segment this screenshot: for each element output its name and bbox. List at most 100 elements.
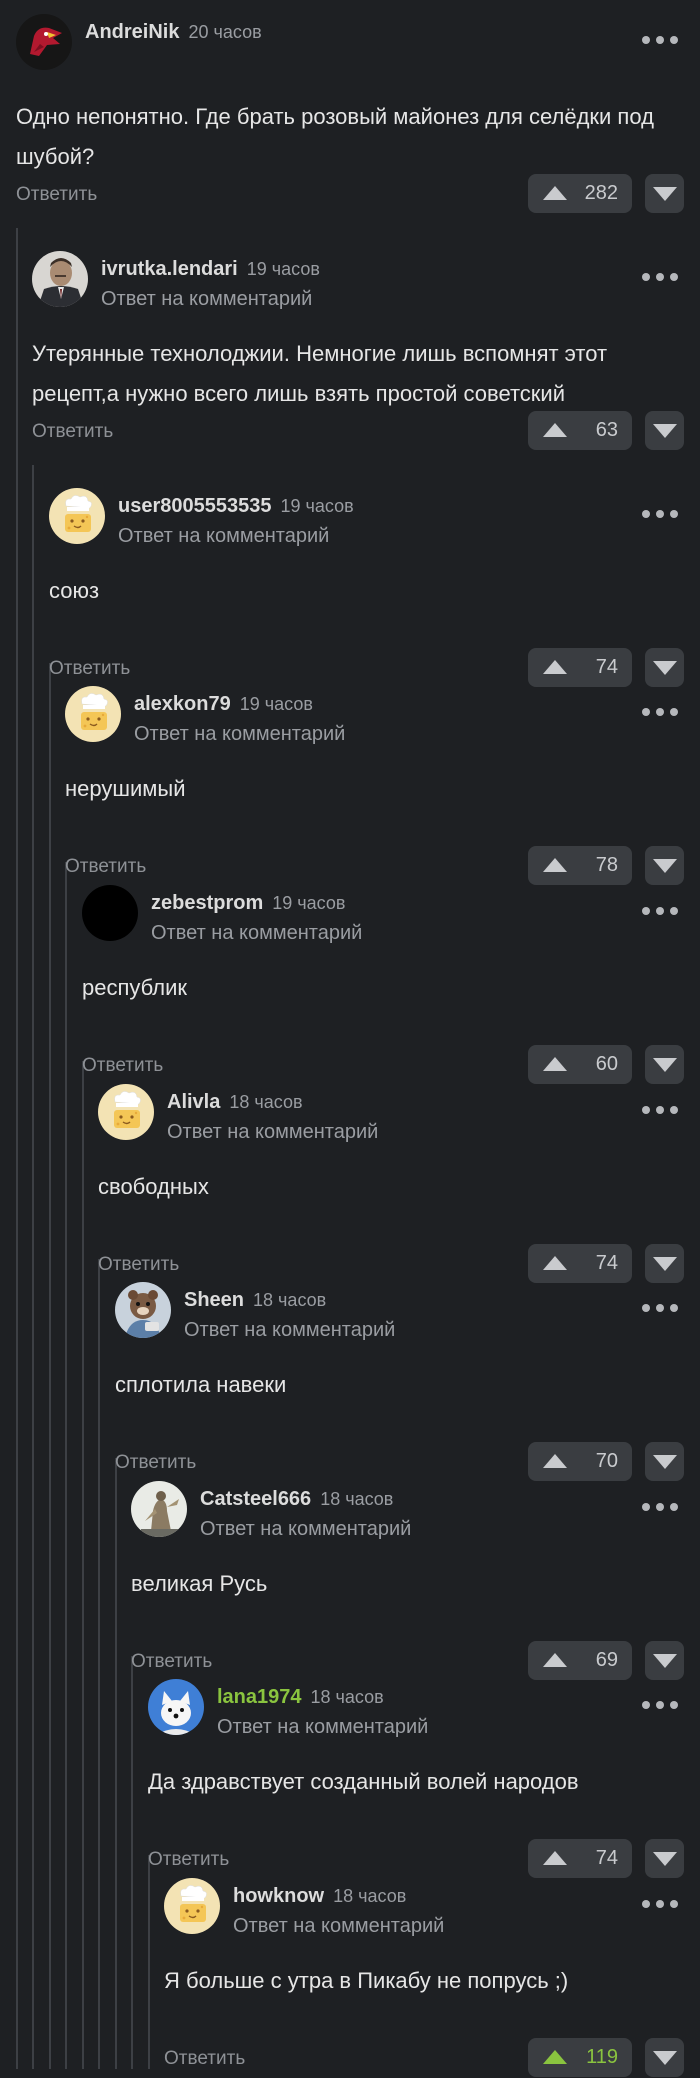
reply-to-label[interactable]: Ответ на комментарий <box>101 288 312 311</box>
reply-button[interactable]: Ответить <box>32 421 113 443</box>
downvote-button[interactable] <box>645 648 684 687</box>
comment-author[interactable]: AndreiNik 20 часов <box>85 21 262 44</box>
reply-button[interactable]: Ответить <box>16 184 97 206</box>
upvote-button[interactable]: 69 <box>528 1641 632 1680</box>
user-avatar[interactable] <box>32 251 88 307</box>
user-avatar[interactable] <box>65 686 121 742</box>
user-avatar[interactable] <box>49 488 105 544</box>
reply-button[interactable]: Ответить <box>164 2048 245 2070</box>
downvote-button[interactable] <box>645 1244 684 1283</box>
comment-text: свободных <box>98 1174 209 1199</box>
user-avatar[interactable] <box>164 1878 220 1934</box>
reply-button[interactable]: Ответить <box>148 1849 229 1871</box>
reply-to-label[interactable]: Ответ на комментарий <box>118 525 329 548</box>
upvote-button[interactable]: 60 <box>528 1045 632 1084</box>
thread-line[interactable] <box>115 1458 117 2069</box>
thread-line[interactable] <box>82 1061 84 2069</box>
cheese-avatar-icon <box>65 686 121 742</box>
upvote-button[interactable]: 282 <box>528 174 632 213</box>
upvote-button[interactable]: 63 <box>528 411 632 450</box>
user-avatar[interactable] <box>131 1481 187 1537</box>
user-avatar[interactable] <box>148 1679 204 1735</box>
comment-author[interactable]: Alivla 18 часов <box>167 1091 303 1114</box>
comment: Alivla 18 часов Ответ на комментарий своб… <box>98 1084 684 1284</box>
reply-button[interactable]: Ответить <box>82 1055 163 1077</box>
reply-button[interactable]: Ответить <box>98 1254 179 1276</box>
man-in-suit-photo-icon <box>32 251 88 307</box>
reply-button[interactable]: Ответить <box>49 658 130 680</box>
reply-to-label[interactable]: Ответ на комментарий <box>233 1915 444 1938</box>
upvote-button[interactable]: 74 <box>528 648 632 687</box>
comment-author[interactable]: lana1974 18 часов <box>217 1686 384 1709</box>
vote-count: 60 <box>595 1053 618 1075</box>
downvote-button[interactable] <box>645 174 684 213</box>
user-avatar[interactable] <box>115 1282 171 1338</box>
vote-count: 74 <box>595 1252 618 1274</box>
more-options-icon[interactable] <box>642 1106 678 1116</box>
comment-author[interactable]: zebestprom 19 часов <box>151 892 345 915</box>
thread-line[interactable] <box>32 465 34 2069</box>
reply-to-label[interactable]: Ответ на комментарий <box>184 1319 395 1342</box>
downvote-button[interactable] <box>645 1045 684 1084</box>
downvote-button[interactable] <box>645 2038 684 2077</box>
upvote-button[interactable]: 74 <box>528 1839 632 1878</box>
reply-to-label[interactable]: Ответ на комментарий <box>134 723 345 746</box>
comment-author[interactable]: howknow 18 часов <box>233 1885 406 1908</box>
more-options-icon[interactable] <box>642 1900 678 1910</box>
more-options-icon[interactable] <box>642 1503 678 1513</box>
downvote-button[interactable] <box>645 1641 684 1680</box>
thread-line[interactable] <box>16 228 18 2069</box>
more-options-icon[interactable] <box>642 510 678 520</box>
more-options-icon[interactable] <box>642 1701 678 1711</box>
comment-author[interactable]: alexkon79 19 часов <box>134 693 313 716</box>
comment: howknow 18 часов Ответ на комментарий Я б… <box>164 1878 684 2078</box>
user-avatar[interactable] <box>98 1084 154 1140</box>
downvote-button[interactable] <box>645 1839 684 1878</box>
comment-text: Утерянные технолоджии. Немногие лишь всп… <box>32 341 608 406</box>
downvote-button[interactable] <box>645 411 684 450</box>
reply-to-label[interactable]: Ответ на комментарий <box>151 922 362 945</box>
statue-photo-icon <box>131 1481 187 1537</box>
vote-count: 70 <box>595 1450 618 1472</box>
comment-text: великая Русь <box>131 1571 268 1596</box>
reply-to-label[interactable]: Ответ на комментарий <box>200 1518 411 1541</box>
vote-count: 119 <box>586 2046 618 2068</box>
thread-line[interactable] <box>49 663 51 2069</box>
user-avatar[interactable] <box>16 14 72 70</box>
comment-author[interactable]: ivrutka.lendari 19 часов <box>101 258 320 281</box>
reply-button[interactable]: Ответить <box>131 1651 212 1673</box>
comment-author[interactable]: Catsteel666 18 часов <box>200 1488 393 1511</box>
comment-author[interactable]: Sheen 18 часов <box>184 1289 326 1312</box>
reply-button[interactable]: Ответить <box>65 856 146 878</box>
upvote-button[interactable]: 119 <box>528 2038 632 2077</box>
reply-to-label[interactable]: Ответ на комментарий <box>167 1121 378 1144</box>
arrow-up-icon <box>543 858 567 872</box>
vote-count: 63 <box>595 419 618 441</box>
more-options-icon[interactable] <box>642 708 678 718</box>
more-options-icon[interactable] <box>642 1304 678 1314</box>
thread-line[interactable] <box>148 1855 150 2069</box>
thread-line[interactable] <box>65 862 67 2069</box>
thread-line[interactable] <box>131 1656 133 2069</box>
thread-line[interactable] <box>98 1259 100 2069</box>
comment-author[interactable]: user8005553535 19 часов <box>118 495 354 518</box>
vote-count: 282 <box>584 182 618 204</box>
upvote-button[interactable]: 70 <box>528 1442 632 1481</box>
downvote-button[interactable] <box>645 846 684 885</box>
comment-text: сплотила навеки <box>115 1372 287 1397</box>
upvote-button[interactable]: 78 <box>528 846 632 885</box>
more-options-icon[interactable] <box>642 273 678 283</box>
upvote-button[interactable]: 74 <box>528 1244 632 1283</box>
user-avatar[interactable] <box>82 885 138 941</box>
more-options-icon[interactable] <box>642 36 678 46</box>
reply-button[interactable]: Ответить <box>115 1452 196 1474</box>
comment: Sheen 18 часов Ответ на комментарий сплот… <box>115 1282 684 1482</box>
arrow-down-icon <box>653 187 677 201</box>
downvote-button[interactable] <box>645 1442 684 1481</box>
comment-time: 19 часов <box>246 259 320 279</box>
arrow-up-icon <box>543 423 567 437</box>
reply-to-label[interactable]: Ответ на комментарий <box>217 1716 428 1739</box>
comment: zebestprom 19 часов Ответ на комментарий … <box>82 885 684 1085</box>
more-options-icon[interactable] <box>642 907 678 917</box>
comment-time: 18 часов <box>333 1886 407 1906</box>
